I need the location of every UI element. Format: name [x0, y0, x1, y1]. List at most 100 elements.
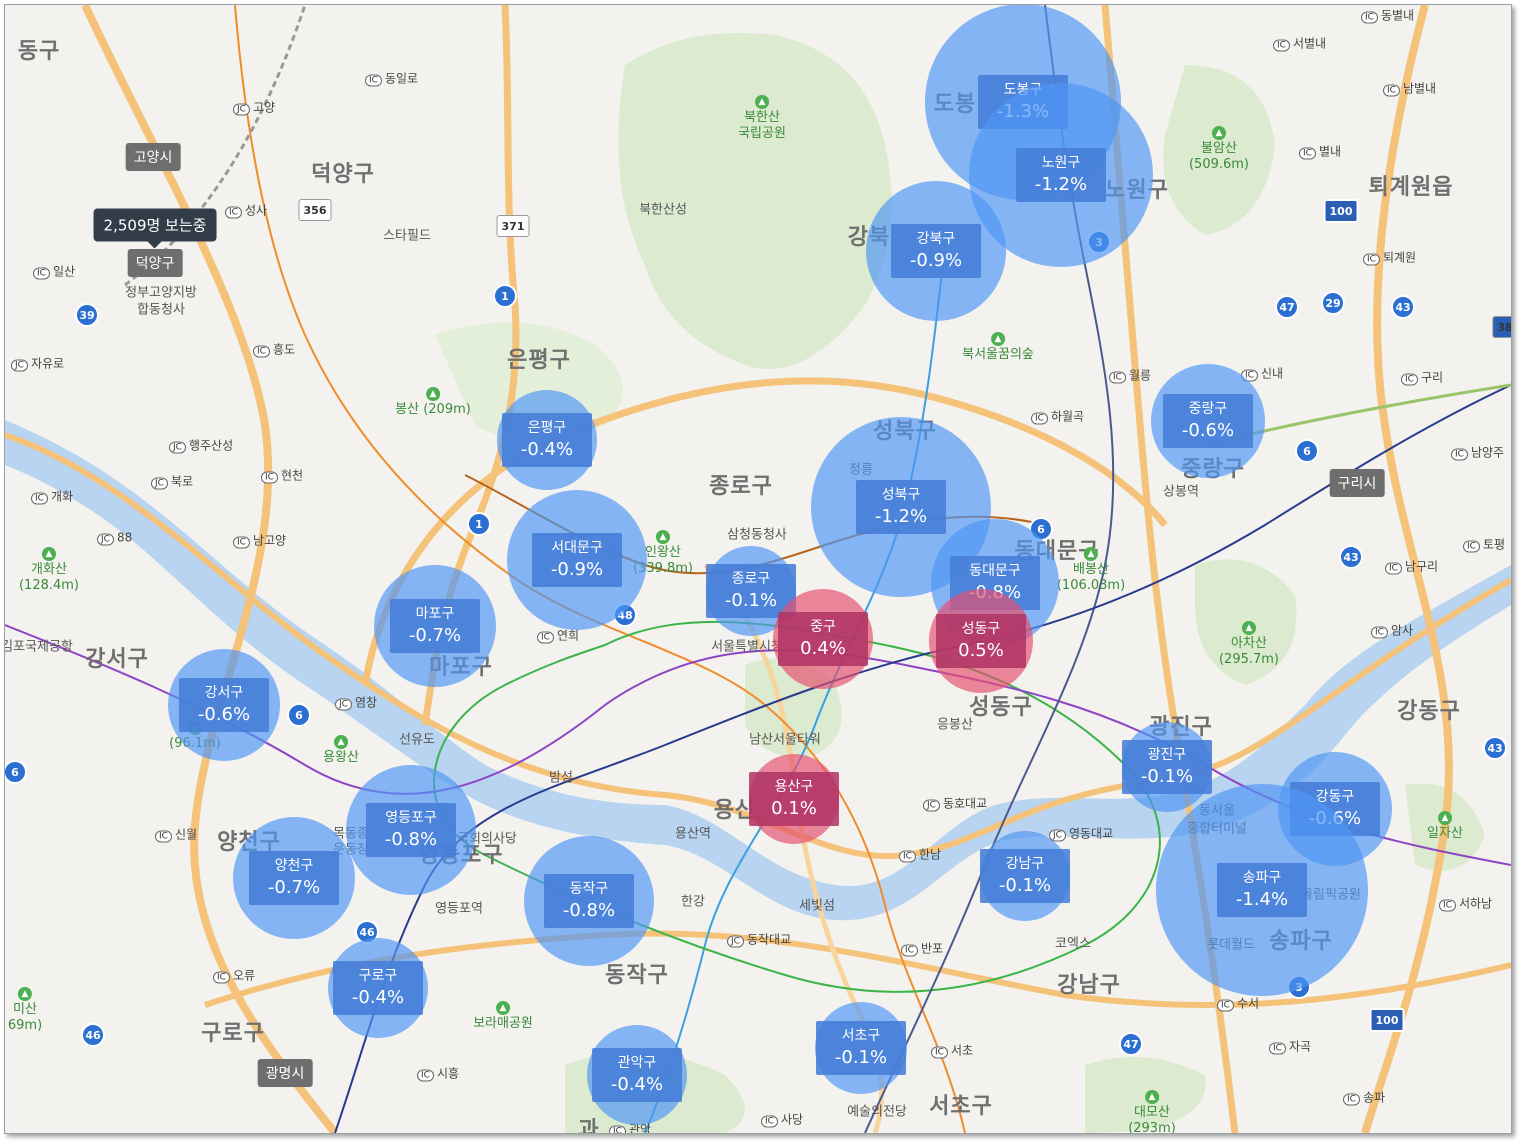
district-bubble-yangcheon[interactable]: 양천구 -0.7%	[233, 817, 355, 939]
district-bubble-junggu[interactable]: 중구 0.4%	[773, 589, 873, 689]
district-change-value: -0.9%	[909, 250, 963, 271]
district-bubble-yongsan[interactable]: 용산구 0.1%	[749, 754, 839, 844]
district-card[interactable]: 관악구 -0.4%	[592, 1048, 682, 1102]
interchange-name: 동작대교	[746, 932, 792, 947]
mountain-icon: ▲	[1242, 621, 1256, 635]
interchange-badge: IC	[1361, 11, 1378, 24]
district-change-value: -0.9%	[550, 559, 604, 580]
district-card[interactable]: 서초구 -0.1%	[816, 1021, 906, 1075]
district-name: 노원구	[1041, 155, 1081, 171]
mountain-icon: ▲	[1212, 126, 1226, 140]
region-label: 은평구	[507, 348, 571, 373]
district-card[interactable]: 은평구 -0.4%	[502, 413, 592, 467]
district-bubble-dongjak[interactable]: 동작구 -0.8%	[524, 836, 654, 966]
interchange-badge: IC	[1383, 84, 1400, 97]
poi-name: 미산	[13, 1002, 37, 1017]
district-card[interactable]: 마포구 -0.7%	[390, 599, 480, 653]
district-bubble-yeongdeungpo[interactable]: 영등포구 -0.8%	[346, 765, 476, 895]
district-bubble-gwangjin[interactable]: 광진구 -0.1%	[1122, 722, 1212, 812]
interchange-name: 월릉	[1128, 368, 1152, 383]
district-name: 용산구	[774, 779, 814, 795]
interchange-label: IC 성사	[225, 202, 267, 219]
interchange-badge: IC	[1385, 562, 1402, 575]
district-name: 종로구	[731, 571, 771, 587]
district-name: 서초구	[841, 1028, 881, 1044]
district-card[interactable]: 광진구 -0.1%	[1122, 740, 1212, 794]
mountain-icon: ▲	[496, 1001, 510, 1015]
district-card[interactable]: 양천구 -0.7%	[249, 851, 339, 905]
district-change-value: -0.7%	[267, 877, 321, 898]
city-label-box[interactable]: 광명시	[257, 1059, 313, 1087]
poi-label: ▲ 배봉산 (106.03m)	[1057, 547, 1125, 594]
district-bubble-songpa[interactable]: 송파구 -1.4%	[1156, 784, 1368, 996]
district-change-value: -0.1%	[998, 875, 1052, 896]
interchange-badge: JC	[335, 698, 352, 711]
region-label: 동작구	[605, 963, 669, 988]
interchange-badge: IC	[1439, 899, 1456, 912]
interchange-label: IC 반포	[901, 940, 943, 957]
district-card[interactable]: 동작구 -0.8%	[544, 874, 634, 928]
district-bubble-gangnam[interactable]: 강남구 -0.1%	[980, 831, 1070, 921]
interchange-badge: IC	[1363, 253, 1380, 266]
interchange-label: JC 고양	[233, 99, 275, 116]
interchange-label: IC 서초	[931, 1042, 973, 1059]
interchange-badge: IC	[609, 1125, 626, 1133]
district-change-value: -0.4%	[351, 987, 405, 1008]
interchange-badge: IC	[899, 850, 916, 863]
district-card[interactable]: 송파구 -1.4%	[1217, 863, 1307, 917]
district-bubble-seocho[interactable]: 서초구 -0.1%	[815, 1002, 907, 1094]
district-card[interactable]: 서대문구 -0.9%	[532, 533, 622, 587]
district-card[interactable]: 중랑구 -0.6%	[1163, 394, 1253, 448]
district-bubble-seodaemun[interactable]: 서대문구 -0.9%	[507, 490, 647, 630]
poi-name: 보라매공원	[473, 1016, 533, 1031]
district-name: 송파구	[1242, 870, 1282, 886]
poi-elevation: 69m)	[7, 1018, 43, 1033]
district-card[interactable]: 강남구 -0.1%	[980, 849, 1070, 903]
interchange-label: IC 오류	[213, 967, 255, 984]
district-card[interactable]: 성동구 0.5%	[936, 614, 1026, 668]
interchange-name: 서별내	[1292, 36, 1327, 51]
district-card[interactable]: 강서구 -0.6%	[179, 678, 269, 732]
district-name: 광진구	[1147, 747, 1187, 763]
interchange-name: 퇴계원	[1382, 250, 1417, 265]
city-label-box[interactable]: 덕양구	[127, 249, 183, 277]
district-name: 동작구	[569, 881, 609, 897]
district-bubble-mapo[interactable]: 마포구 -0.7%	[374, 565, 496, 687]
district-bubble-guro[interactable]: 구로구 -0.4%	[328, 938, 428, 1038]
district-card[interactable]: 영등포구 -0.8%	[366, 803, 456, 857]
interchange-name: 반포	[920, 941, 944, 956]
district-change-value: -1.2%	[874, 506, 928, 527]
district-card[interactable]: 중구 0.4%	[778, 612, 868, 666]
interchange-label: IC 하월곡	[1031, 408, 1084, 425]
interchange-label: IC 개화	[31, 488, 73, 505]
interchange-badge: JC	[233, 103, 250, 116]
district-bubble-gwanak[interactable]: 관악구 -0.4%	[587, 1025, 687, 1125]
map-frame[interactable]: 동구덕양구은평구도봉노원구강북퇴계원읍성북구종로구중랑구동대문구강서구마포구성동…	[4, 4, 1512, 1134]
interchange-name: 현천	[280, 468, 304, 483]
interchange-badge: IC	[33, 267, 50, 280]
district-bubble-eunpyeong[interactable]: 은평구 -0.4%	[497, 390, 597, 490]
route-number-badge: 356	[298, 199, 332, 221]
poi-label: ▲ 보라매공원	[473, 1001, 533, 1032]
interchange-name: 사당	[780, 1112, 804, 1127]
interchange-name: 영동대교	[1068, 826, 1114, 841]
interchange-badge: IC	[1451, 448, 1468, 461]
district-card[interactable]: 구로구 -0.4%	[333, 961, 423, 1015]
district-card[interactable]: 강북구 -0.9%	[891, 224, 981, 278]
district-bubble-gangbuk[interactable]: 강북구 -0.9%	[866, 181, 1006, 321]
interchange-label: IC 퇴계원	[1363, 249, 1416, 266]
city-label-box[interactable]: 고양시	[125, 143, 181, 171]
district-bubble-seongdong[interactable]: 성동구 0.5%	[929, 589, 1033, 693]
district-card[interactable]: 성북구 -1.2%	[856, 480, 946, 534]
city-label-box[interactable]: 구리시	[1329, 469, 1385, 497]
interchange-name: 송파	[1362, 1090, 1386, 1105]
district-bubble-jungnang[interactable]: 중랑구 -0.6%	[1151, 364, 1265, 478]
interchange-badge: JC	[11, 359, 28, 372]
interchange-label: IC 일산	[33, 263, 75, 280]
district-change-value: -0.1%	[724, 590, 778, 611]
district-bubble-gangseo[interactable]: 강서구 -0.6%	[168, 649, 280, 761]
district-change-value: 0.5%	[958, 640, 1004, 661]
interchange-name: 구리	[1420, 370, 1444, 385]
district-card[interactable]: 용산구 0.1%	[749, 772, 839, 826]
district-card[interactable]: 노원구 -1.2%	[1016, 148, 1106, 202]
